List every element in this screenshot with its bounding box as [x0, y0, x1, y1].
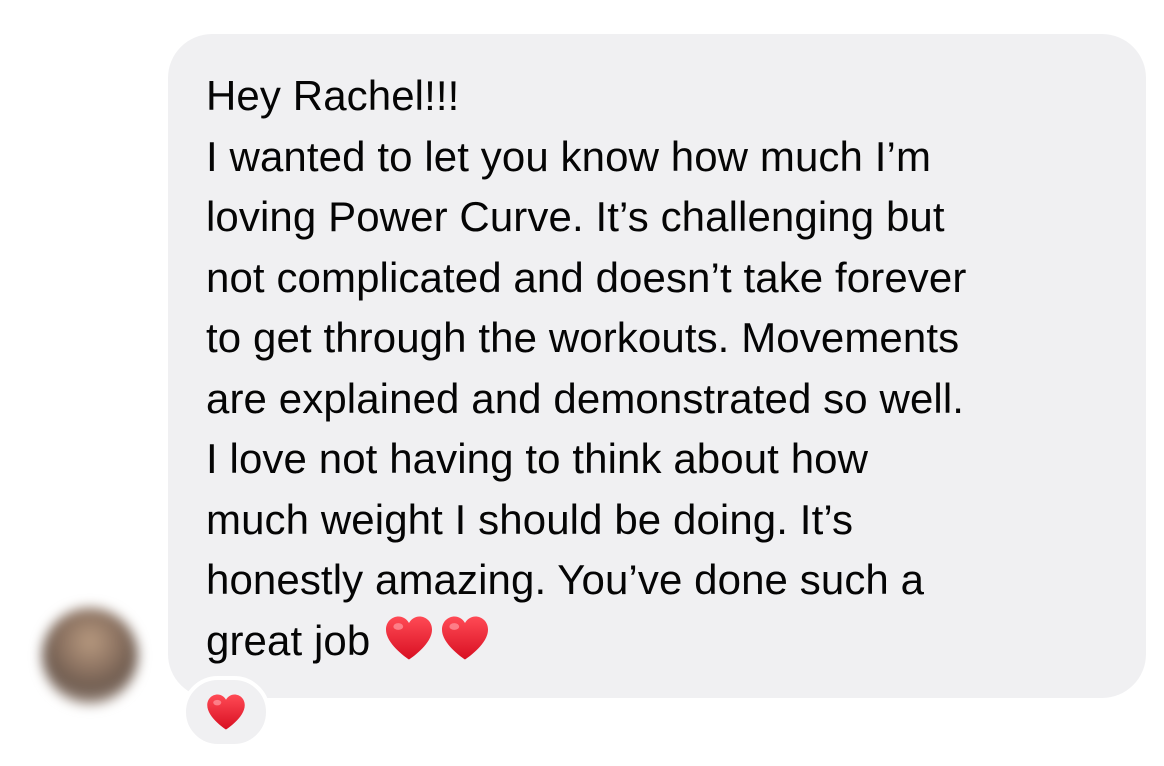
message-line: loving Power Curve. It’s challenging but — [206, 193, 945, 240]
message-text: Hey Rachel!!! I wanted to let you know h… — [206, 66, 1126, 671]
message-line: are explained and demonstrated so well. — [206, 374, 965, 422]
sender-avatar[interactable] — [42, 608, 138, 704]
message-line: honestly amazing. You’ve done such a — [206, 556, 925, 603]
red-heart-icon — [384, 615, 434, 661]
message-line: Hey Rachel!!! — [206, 72, 460, 119]
red-heart-icon — [440, 615, 490, 661]
message-line: great job — [206, 616, 371, 664]
message-line: I wanted to let you know how much I’m — [206, 132, 932, 180]
message-line: much weight I should be doing. It’s — [206, 495, 854, 543]
message-line: I love not having to think about how — [206, 435, 869, 482]
message-line: not complicated and doesn’t take forever — [206, 253, 967, 301]
message-line-last: great job — [206, 611, 1126, 672]
message-bubble[interactable]: Hey Rachel!!! I wanted to let you know h… — [168, 34, 1146, 698]
red-heart-icon — [206, 693, 246, 731]
heart-reaction-badge[interactable] — [182, 676, 270, 748]
message-line: to get through the workouts. Movements — [206, 314, 960, 361]
